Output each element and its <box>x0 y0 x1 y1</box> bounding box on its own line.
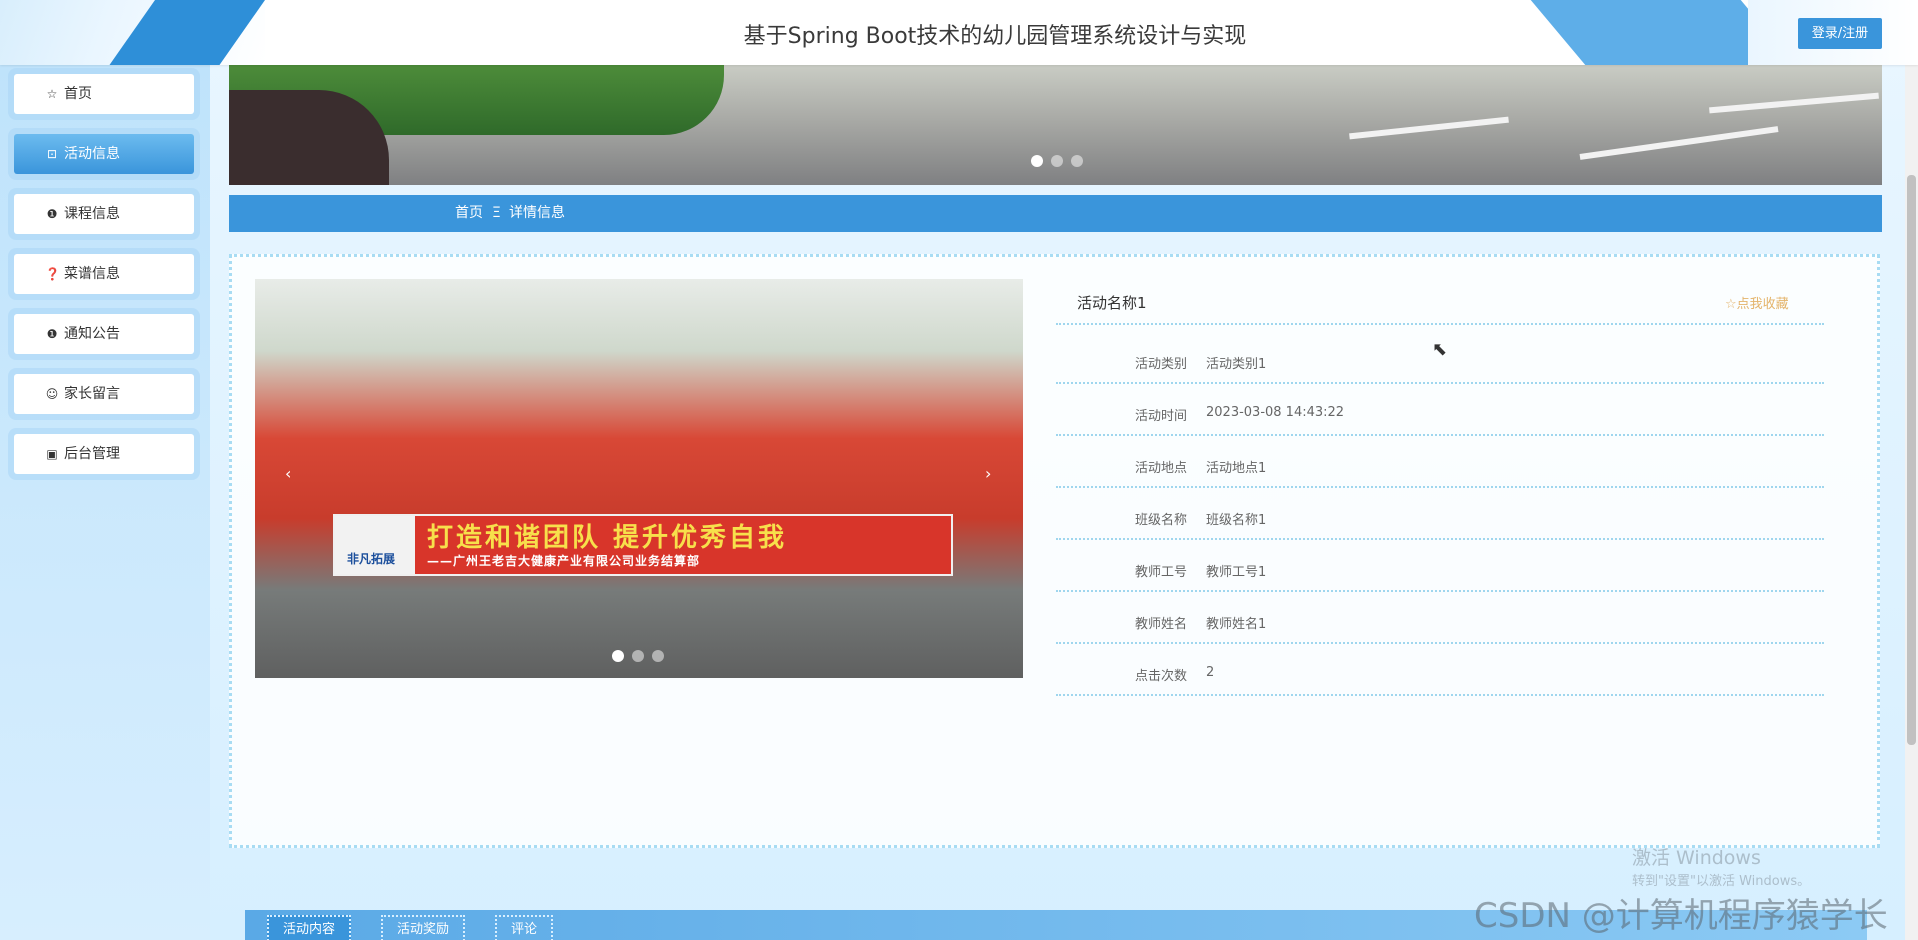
photo-logo-text: 非凡拓展 <box>347 552 396 566</box>
divider <box>1056 382 1824 384</box>
carousel-dot[interactable] <box>1071 155 1083 167</box>
field-value-class: 班级名称1 <box>1206 513 1267 528</box>
breadcrumb-home-link[interactable]: 首页 <box>455 195 483 232</box>
briefcase-icon: ⊡ <box>46 147 58 161</box>
breadcrumb-current: 详情信息 <box>509 205 565 221</box>
carousel-dot[interactable] <box>632 650 644 662</box>
login-register-button[interactable]: 登录/注册 <box>1798 18 1882 49</box>
chevron-right-icon[interactable]: › <box>985 464 991 483</box>
sidebar-item-label: 通知公告 <box>64 326 120 342</box>
photo-logo: 非凡拓展 <box>335 516 415 574</box>
sidebar-item-label: 活动信息 <box>64 146 120 162</box>
divider <box>1056 538 1824 540</box>
question-icon: ❓ <box>45 267 60 281</box>
divider <box>1056 694 1824 696</box>
banner-carousel[interactable] <box>229 65 1882 185</box>
sidebar-item-label: 课程信息 <box>64 206 120 222</box>
calendar-icon: ▣ <box>46 447 58 461</box>
field-value-location: 活动地点1 <box>1206 461 1267 476</box>
activity-title: 活动名称1 <box>1077 294 1147 312</box>
sidebar-item-recipe-info[interactable]: ❓ 菜谱信息 <box>14 254 194 294</box>
field-value-teacher-id: 教师工号1 <box>1206 565 1267 580</box>
star-icon: ☆ <box>46 87 58 101</box>
mouse-cursor-icon: ⬉ <box>1432 339 1448 360</box>
tab-activity-content[interactable]: 活动内容 <box>267 915 352 940</box>
field-label: 活动时间 <box>1134 409 1187 424</box>
windows-activation-hint: 转到"设置"以激活 Windows。 <box>1632 874 1811 889</box>
site-title: 基于Spring Boot技术的幼儿园管理系统设计与实现 <box>743 24 1247 49</box>
field-value-category: 活动类别1 <box>1206 357 1267 372</box>
carousel-dot[interactable] <box>612 650 624 662</box>
photo-carousel-indicators <box>612 650 664 662</box>
divider <box>1056 486 1824 488</box>
sidebar-item-course-info[interactable]: ❶ 课程信息 <box>14 194 194 234</box>
favorite-button[interactable]: ☆点我收藏 <box>1725 293 1789 312</box>
tab-activity-reward[interactable]: 活动奖励 <box>381 915 466 940</box>
activity-photo-carousel[interactable]: 打造和谐团队 提升优秀自我 ——广州王老吉大健康产业有限公司业务结算部 非凡拓展… <box>255 279 1023 678</box>
chevron-left-icon[interactable]: ‹ <box>285 464 291 483</box>
csdn-watermark: CSDN @计算机程序猿学长 <box>1474 896 1888 936</box>
field-label: 活动类别 <box>1134 357 1187 372</box>
sidebar-item-label: 后台管理 <box>64 446 120 462</box>
divider <box>1056 642 1824 644</box>
breadcrumb: 首页 Ξ 详情信息 <box>229 195 1882 232</box>
carousel-dot[interactable] <box>1051 155 1063 167</box>
carousel-dot[interactable] <box>1031 155 1043 167</box>
sidebar-item-home[interactable]: ☆ 首页 <box>14 74 194 114</box>
sidebar-item-admin[interactable]: ▣ 后台管理 <box>14 434 194 474</box>
divider <box>1056 590 1824 592</box>
sidebar: ☆ 首页 ⊡ 活动信息 ❶ 课程信息 ❓ 菜谱信息 ❶ 通知公告 ☺ 家长留言 … <box>0 65 210 940</box>
field-value-teacher-name: 教师姓名1 <box>1206 617 1267 632</box>
field-label: 点击次数 <box>1134 669 1187 684</box>
sidebar-item-notice[interactable]: ❶ 通知公告 <box>14 314 194 354</box>
photo-banner-text: 打造和谐团队 提升优秀自我 ——广州王老吉大健康产业有限公司业务结算部 <box>333 514 953 576</box>
sidebar-item-label: 家长留言 <box>64 386 120 402</box>
field-value-time: 2023-03-08 14:43:22 <box>1206 405 1345 420</box>
info-icon: ❶ <box>46 207 58 221</box>
info-circle-icon: ❶ <box>46 327 58 341</box>
road-marking <box>1709 92 1879 114</box>
windows-activation-watermark: 激活 Windows <box>1632 847 1761 869</box>
breadcrumb-separator: Ξ <box>492 205 501 221</box>
page-scrollbar[interactable] <box>1905 65 1918 940</box>
field-label: 活动地点 <box>1134 461 1187 476</box>
smile-icon: ☺ <box>45 387 59 401</box>
photo-banner-subtext: ——广州王老吉大健康产业有限公司业务结算部 <box>427 554 701 568</box>
field-value-click-count: 2 <box>1206 665 1215 680</box>
tab-comments[interactable]: 评论 <box>495 915 554 940</box>
field-label: 班级名称 <box>1134 513 1187 528</box>
sidebar-item-activity-info[interactable]: ⊡ 活动信息 <box>14 134 194 174</box>
divider <box>1056 434 1824 436</box>
road-marking <box>1349 116 1509 140</box>
divider <box>1056 323 1824 325</box>
sidebar-item-label: 首页 <box>64 86 92 102</box>
banner-carousel-indicators <box>1031 155 1083 167</box>
scrollbar-thumb[interactable] <box>1907 175 1916 745</box>
field-label: 教师工号 <box>1134 565 1187 580</box>
sidebar-item-label: 菜谱信息 <box>64 266 120 282</box>
sidebar-item-parent-message[interactable]: ☺ 家长留言 <box>14 374 194 414</box>
carousel-dot[interactable] <box>652 650 664 662</box>
field-label: 教师姓名 <box>1134 617 1187 632</box>
top-header: 基于Spring Boot技术的幼儿园管理系统设计与实现 登录/注册 <box>0 0 1918 65</box>
road-marking <box>1579 126 1779 160</box>
